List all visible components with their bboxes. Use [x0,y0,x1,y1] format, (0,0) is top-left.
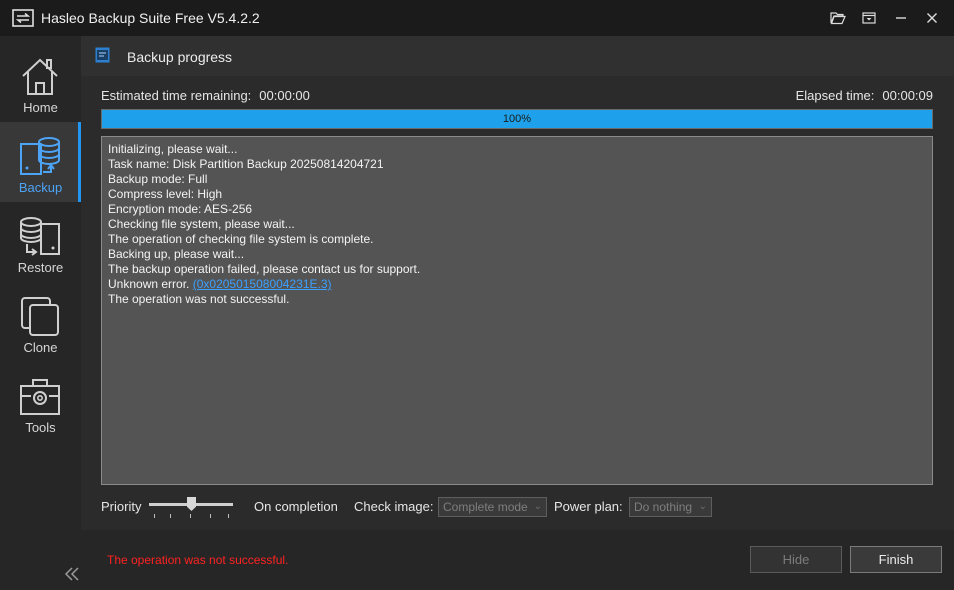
chevron-down-icon: ⌄ [533,501,542,512]
log-line: Backing up, please wait... [108,247,245,261]
hide-button[interactable]: Hide [750,546,842,573]
backup-progress-bar: 100% [101,109,933,129]
options-row: Priority On completion Check image: Comp… [101,497,933,521]
slider-tick [154,514,155,518]
tools-icon [20,379,60,415]
log-line: Initializing, please wait... [108,142,238,156]
menu-button[interactable] [859,8,879,28]
page-title: Backup progress [127,49,233,65]
open-folder-button[interactable] [828,8,848,28]
elapsed-label: Elapsed time: [795,88,875,103]
error-prefix: Unknown error. [108,277,190,291]
log-line: The operation of checking file system is… [108,232,374,246]
elapsed-value: 00:00:09 [882,88,933,103]
slider-tick [190,514,191,518]
slider-tick [228,514,229,518]
error-code-link[interactable]: (0x020501508004231E.3) [193,277,332,291]
log-line: Task name: Disk Partition Backup 2025081… [108,157,384,171]
minimize-icon [896,17,906,19]
chevron-down-icon: ⌄ [698,501,707,512]
app-title: Hasleo Backup Suite Free V5.4.2.2 [41,10,260,26]
sidebar: Home Backup Restore Clone Tools [0,36,81,590]
home-icon [22,58,58,95]
sidebar-item-label: Clone [23,340,58,355]
remaining-value: 00:00:00 [259,88,310,103]
minimize-button[interactable] [891,8,911,28]
log-line-final: The operation was not successful. [108,292,290,306]
estimated-time-remaining: Estimated time remaining: 00:00:00 [101,88,310,103]
title-bar: Hasleo Backup Suite Free V5.4.2.2 [0,0,954,36]
priority-slider[interactable] [149,497,233,521]
slider-tick [170,514,171,518]
log-lines: Initializing, please wait... Task name: D… [108,142,926,277]
check-image-select[interactable]: Complete mode ⌄ [438,497,547,517]
page-header: Backup progress [81,36,954,76]
slider-thumb[interactable] [187,497,196,511]
remaining-label: Estimated time remaining: [101,88,252,103]
backup-icon [20,137,60,175]
restore-icon [20,217,60,256]
footer-bar: The operation was not successful. Hide F… [81,530,954,590]
sidebar-item-restore[interactable]: Restore [0,202,81,282]
log-line: Checking file system, please wait... [108,217,295,231]
check-image-label: Check image: [354,499,434,514]
collapse-sidebar-icon[interactable] [64,566,80,582]
sidebar-item-label: Restore [17,260,64,275]
slider-tick [210,514,211,518]
finish-button[interactable]: Finish [850,546,942,573]
sidebar-item-label: Tools [25,420,56,435]
log-line: Encryption mode: AES-256 [108,202,253,216]
sidebar-item-tools[interactable]: Tools [0,362,81,442]
power-plan-value: Do nothing [634,500,693,514]
log-output: Initializing, please wait... Task name: D… [101,136,933,485]
app-logo-icon [12,9,34,27]
sidebar-item-home[interactable]: Home [0,42,81,122]
status-message: The operation was not successful. [107,553,289,567]
close-icon [927,13,937,23]
progress-page-icon [95,47,110,63]
log-line: The backup operation failed, please cont… [108,262,421,276]
power-plan-select[interactable]: Do nothing ⌄ [629,497,712,517]
progress-percent: 100% [502,113,532,125]
sidebar-item-label: Backup [18,180,63,195]
log-line: Compress level: High [108,187,223,201]
elapsed-time: Elapsed time: 00:00:09 [796,88,933,103]
clone-icon [21,297,59,336]
close-button[interactable] [922,8,942,28]
sidebar-item-label: Home [23,100,58,115]
folder-open-icon [830,12,846,25]
priority-label: Priority [101,499,142,514]
log-line: Backup mode: Full [108,172,208,186]
sidebar-item-clone[interactable]: Clone [0,282,81,362]
menu-dropdown-icon [862,12,876,24]
main-panel: Backup progress Estimated time remaining… [81,36,954,590]
log-line-error: Unknown error. (0x020501508004231E.3) [108,277,926,292]
power-plan-label: Power plan: [554,499,623,514]
check-image-value: Complete mode [443,500,528,514]
on-completion-label[interactable]: On completion [254,499,338,514]
sidebar-item-backup[interactable]: Backup [0,122,81,202]
